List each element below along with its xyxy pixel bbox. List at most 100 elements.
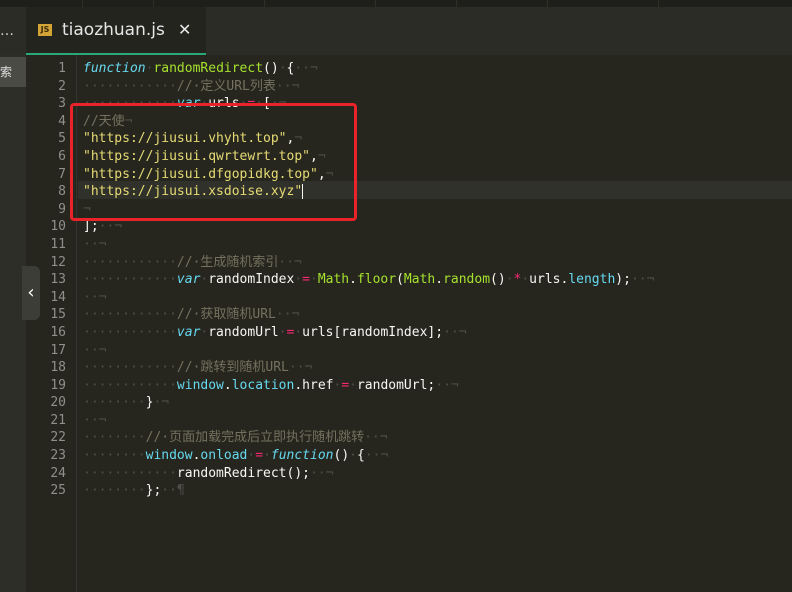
line-number: 1 [58,61,66,76]
code-line[interactable]: 10];··¬ [26,218,122,236]
code-token: Math [403,272,436,288]
line-number: 18 [50,360,66,376]
tab-label: tiaozhuan.js [62,20,165,40]
code-text: ············var·randomUrl·=·urls[randomI… [83,324,467,342]
code-token: ··¬ [288,360,313,376]
search-tab[interactable]: 搜索 [0,57,26,87]
code-line[interactable]: 4//天使¬ [26,113,132,131]
code-token: = [341,377,350,393]
code-token: ]; [83,219,99,235]
code-token: ············ [83,360,177,376]
code-token: · [294,324,303,340]
code-text: ············var·randomIndex·=·Math.floor… [83,271,654,289]
code-text: ············//·获取随机URL··¬ [83,306,299,324]
tab-tiaozhuan-js[interactable]: JS tiaozhuan.js ✕ [26,7,206,55]
line-number: 20 [50,395,66,411]
code-token: () [333,448,350,464]
code-text: ········//·页面加载完成后立即执行随机跳转··¬ [83,429,388,447]
code-line[interactable]: 21 ··¬ [26,412,106,430]
menu-item[interactable] [548,0,659,7]
code-token: //·页面加载完成后立即执行随机跳转 [145,430,365,446]
code-token: randomIndex [208,272,295,288]
code-token: ); [615,272,631,288]
code-token: . [223,377,232,393]
menu-item[interactable] [0,0,83,7]
code-line[interactable]: 18 ············//·跳转到随机URL··¬ [26,359,312,377]
line-number: 19 [50,377,66,393]
code-token: ············ [83,254,177,270]
menu-item[interactable] [659,0,792,7]
code-token: () [490,272,506,288]
code-token: . [349,272,357,288]
code-token: ··¬ [83,236,107,252]
code-line[interactable]: 2 ············//·定义URL列表··¬ [26,78,299,96]
code-line[interactable]: 23 ········window.onload·=·function()·{··… [26,447,388,465]
menu-item[interactable] [457,0,548,7]
code-token: location [231,377,295,393]
code-token: function [83,61,146,76]
code-token: //·跳转到随机URL [176,360,289,376]
code-line[interactable]: 24 ············randomRedirect();··¬ [26,465,333,483]
code-line[interactable]: 25 ········};··¶ [26,482,184,500]
code-token: = [255,448,264,464]
code-token: ( [396,272,404,288]
line-number: 6 [58,148,66,164]
line-number: 17 [50,342,66,358]
code-token: ·¬ [153,395,170,411]
code-token: ··¬ [98,219,123,235]
code-line[interactable]: 5 "https://jiusui.vhyht.top",¬ [26,130,302,148]
code-token: . [435,272,444,288]
menu-item[interactable] [265,0,376,7]
code-token: randomRedirect [153,61,264,76]
line-number: 3 [58,96,66,112]
more-options-icon[interactable]: … [0,7,26,55]
annotation-highlight-box [70,103,357,221]
code-line[interactable]: 17 ··¬ [26,342,106,360]
code-line[interactable]: 19 ············window.location.href·=·ran… [26,377,458,395]
code-token: ········ [83,395,146,411]
code-line[interactable]: 20 ········}·¬ [26,394,169,412]
menu-item[interactable] [83,0,154,7]
code-token: randomUrl; [356,377,436,393]
code-token: = [302,272,310,288]
code-line[interactable]: 1 function·randomRedirect()·{··¬ [26,60,318,78]
code-token: · [349,377,357,393]
line-number: 23 [50,448,66,464]
code-line[interactable]: 7 "https://jiusui.dfgopidkg.top",¬ [26,166,333,184]
collapse-sidebar-button[interactable]: ‹ [22,266,40,320]
line-number: 9 [58,201,66,217]
close-icon[interactable]: ✕ [178,20,191,39]
code-token: urls [529,272,561,288]
code-token: · [349,448,357,464]
code-token: ············ [83,377,177,393]
line-number: 25 [50,483,66,499]
code-text: function·randomRedirect()·{··¬ [83,60,318,78]
code-token: ··¬ [443,324,467,340]
code-token: length [568,272,616,288]
code-line[interactable]: 16 ············var·randomUrl·=·urls[rando… [26,324,466,342]
code-token: ········ [83,448,146,464]
code-token: ··¬ [309,465,334,481]
code-line[interactable]: 9 ¬ [26,201,91,219]
code-token: ··¬ [294,61,318,76]
code-token: · [521,272,530,288]
line-number: 10 [50,219,66,235]
line-number: 24 [50,465,66,481]
code-line[interactable]: 8 "https://jiusui.xsdoise.xyz" [26,183,304,201]
line-number: 4 [58,113,66,129]
code-token: ············ [83,272,177,288]
menu-item[interactable] [376,0,457,7]
code-token: { [356,448,365,464]
code-line[interactable]: 3 ············var·urls·=·[·¬ [26,95,286,113]
menu-item[interactable] [154,0,265,7]
code-token: ··¬ [364,430,388,446]
code-token: urls[randomIndex]; [302,324,444,340]
chevron-left-icon: ‹ [27,282,35,303]
code-line[interactable]: 6 "https://jiusui.qwrtewrt.top",¬ [26,148,325,166]
code-token: ············ [83,78,177,94]
code-token: ··¬ [278,254,302,270]
code-line[interactable]: 11 ··¬ [26,236,106,254]
code-token: · [505,272,514,288]
code-line[interactable]: 22 ········//·页面加载完成后立即执行随机跳转··¬ [26,429,387,447]
code-token: randomRedirect(); [176,465,310,481]
